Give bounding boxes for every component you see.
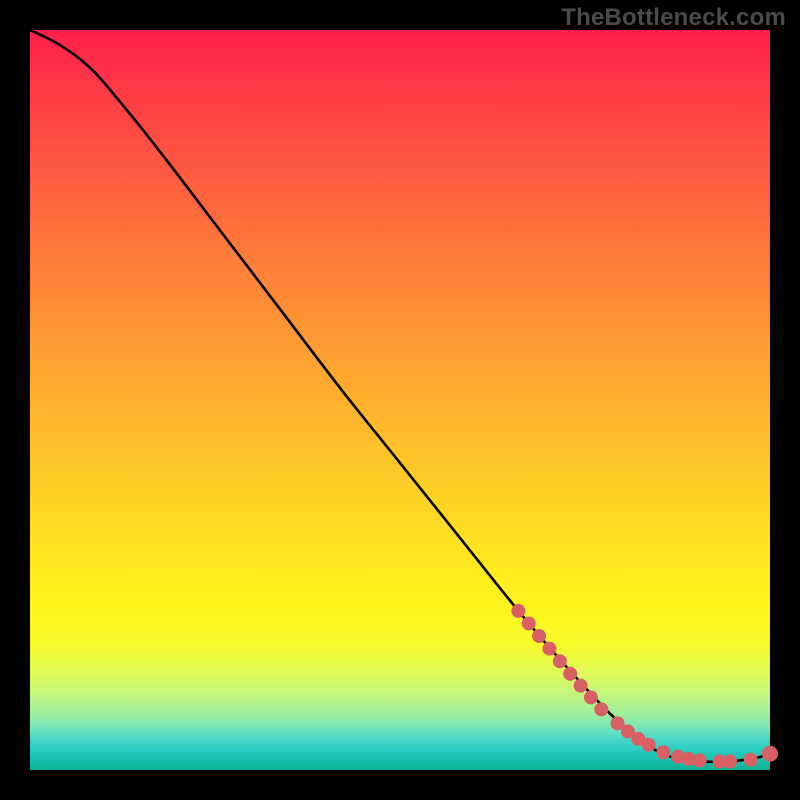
data-point [542,642,556,656]
data-point [574,679,588,693]
data-point [584,690,598,704]
watermark-label: TheBottleneck.com [561,4,786,32]
data-point [723,754,737,768]
data-point [532,629,546,643]
curve-layer [30,30,770,770]
data-point [522,616,536,630]
plot-area [30,30,770,770]
data-point [744,753,758,767]
data-point [594,702,608,716]
data-point [642,738,656,752]
highlighted-points [511,604,778,769]
data-point [553,654,567,668]
chart-frame: TheBottleneck.com [0,0,800,800]
data-point [693,753,707,767]
data-point [762,746,778,762]
data-point [563,667,577,681]
bottleneck-curve [30,30,770,762]
data-point [511,604,525,618]
data-point [656,745,670,759]
